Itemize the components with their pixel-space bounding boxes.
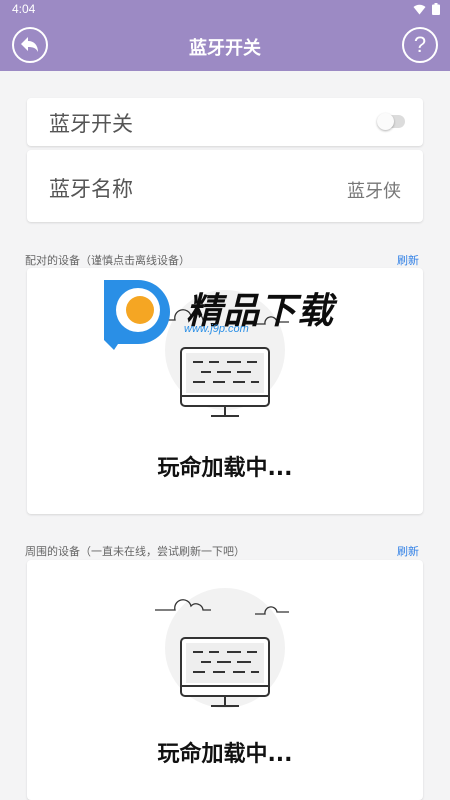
bluetooth-name-label: 蓝牙名称 bbox=[49, 177, 133, 201]
help-icon: ? bbox=[413, 32, 427, 57]
status-bar: 4:04 bbox=[0, 0, 450, 20]
bluetooth-toggle[interactable] bbox=[377, 113, 405, 130]
loading-illustration bbox=[155, 588, 289, 708]
bluetooth-name-value[interactable]: 蓝牙侠 bbox=[347, 177, 401, 203]
status-time: 4:04 bbox=[12, 2, 36, 16]
nearby-devices-panel: 玩命加载中... bbox=[27, 560, 423, 800]
bluetooth-name-row[interactable]: 蓝牙名称 蓝牙侠 bbox=[27, 150, 423, 222]
paired-devices-header: 配对的设备（谨慎点击离线设备） 刷新 bbox=[25, 250, 421, 268]
app-bar: 蓝牙开关 ? bbox=[0, 20, 450, 71]
bluetooth-switch-row[interactable]: 蓝牙开关 bbox=[27, 98, 423, 146]
battery-icon bbox=[432, 3, 440, 15]
paired-loading-text: 玩命加载中... bbox=[157, 456, 293, 481]
wifi-icon bbox=[413, 4, 426, 14]
bluetooth-switch-label: 蓝牙开关 bbox=[49, 112, 133, 136]
nearby-refresh-link[interactable]: 刷新 bbox=[397, 543, 419, 559]
watermark-p-logo-icon bbox=[104, 280, 170, 350]
nearby-loading-text: 玩命加载中... bbox=[157, 742, 293, 767]
paired-refresh-link[interactable]: 刷新 bbox=[397, 252, 419, 268]
toggle-knob bbox=[377, 113, 394, 130]
watermark-logo: 精品下载 www.j9p.com bbox=[96, 270, 356, 354]
watermark-url: www.j9p.com bbox=[184, 323, 249, 335]
nearby-devices-header: 周围的设备（一直未在线，尝试刷新一下吧） 刷新 bbox=[25, 541, 421, 559]
nearby-devices-caption: 周围的设备（一直未在线，尝试刷新一下吧） bbox=[25, 545, 245, 558]
paired-devices-caption: 配对的设备（谨慎点击离线设备） bbox=[25, 254, 190, 267]
help-button[interactable]: ? bbox=[402, 27, 438, 63]
page-title: 蓝牙开关 bbox=[189, 38, 261, 59]
status-icons bbox=[413, 3, 440, 15]
